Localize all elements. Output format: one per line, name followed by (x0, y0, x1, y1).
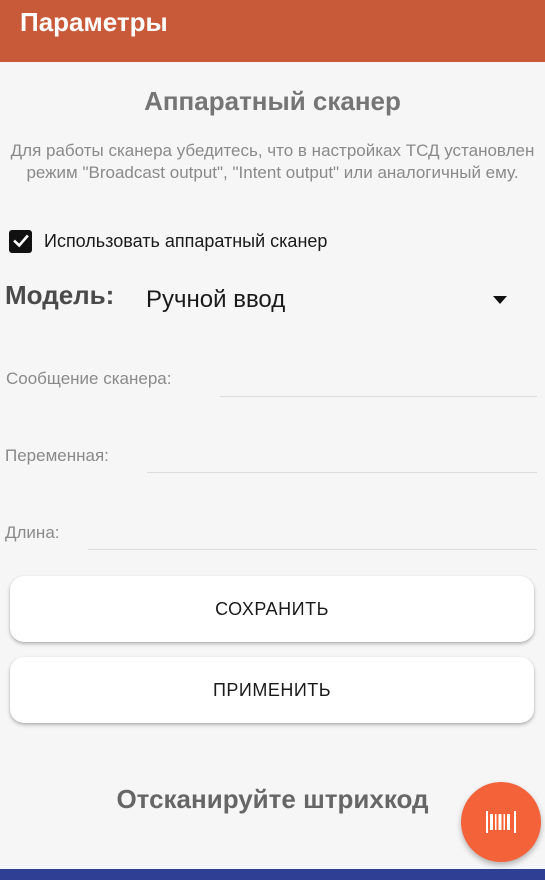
scan-barcode-fab[interactable] (461, 782, 541, 862)
app-bar-title: Параметры (20, 6, 168, 37)
model-selected-value: Ручной ввод (146, 286, 286, 313)
scanner-hint-text: Для работы сканера убедитесь, что в наст… (10, 141, 535, 182)
scanner-message-input[interactable] (220, 396, 537, 397)
variable-label: Переменная: (5, 446, 109, 465)
model-dropdown[interactable]: Ручной ввод (134, 280, 519, 320)
apply-button[interactable]: ПРИМЕНИТЬ (10, 657, 534, 723)
model-label: Модель: (5, 280, 115, 310)
dropdown-arrow-icon (493, 296, 507, 304)
app-bar: Параметры (0, 0, 545, 62)
checkmark-icon (12, 234, 29, 248)
use-hardware-scanner-label[interactable]: Использовать аппаратный сканер (44, 231, 327, 252)
save-button[interactable]: СОХРАНИТЬ (10, 576, 534, 642)
length-label: Длина: (5, 523, 60, 542)
scanner-message-label: Сообщение сканера: (6, 369, 172, 388)
use-hardware-scanner-checkbox[interactable] (9, 229, 32, 253)
scanner-section-title: Аппаратный сканер (144, 86, 401, 116)
navigation-bar (0, 869, 545, 880)
use-hardware-scanner-row[interactable]: Использовать аппаратный сканер (9, 228, 327, 254)
barcode-icon (486, 811, 516, 833)
variable-input[interactable] (147, 472, 537, 473)
length-input[interactable] (88, 549, 537, 550)
